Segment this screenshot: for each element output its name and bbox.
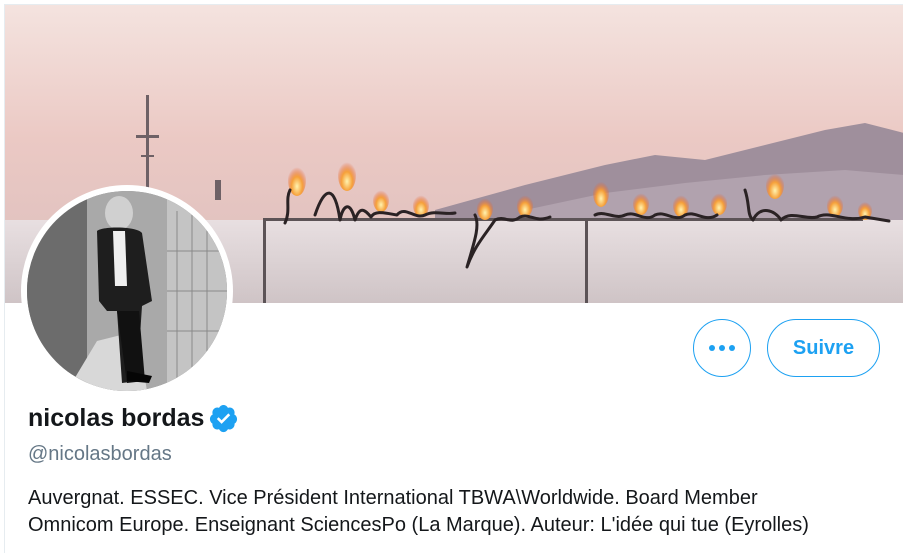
avatar[interactable] xyxy=(27,191,227,391)
bio-line: Omnicom Europe. Enseignant SciencesPo (L… xyxy=(28,514,809,536)
verified-badge-icon xyxy=(208,403,239,434)
follow-button[interactable]: Suivre xyxy=(767,319,880,377)
bio-line: Auvergnat. ESSEC. Vice Président Interna… xyxy=(28,487,758,509)
profile-bio: Auvergnat. ESSEC. Vice Président Interna… xyxy=(28,485,898,539)
avatar-frame[interactable] xyxy=(21,185,233,397)
more-options-button[interactable] xyxy=(693,319,751,377)
profile-name: nicolas bordas xyxy=(28,404,205,432)
profile-handle: @nicolasbordas xyxy=(28,443,172,465)
profile-name-row: nicolas bordas xyxy=(28,403,239,434)
more-dots-icon xyxy=(709,345,735,351)
profile-card: Suivre nicolas bordas @nicolasbordas Auv… xyxy=(4,4,903,553)
avatar-photo xyxy=(27,191,227,391)
